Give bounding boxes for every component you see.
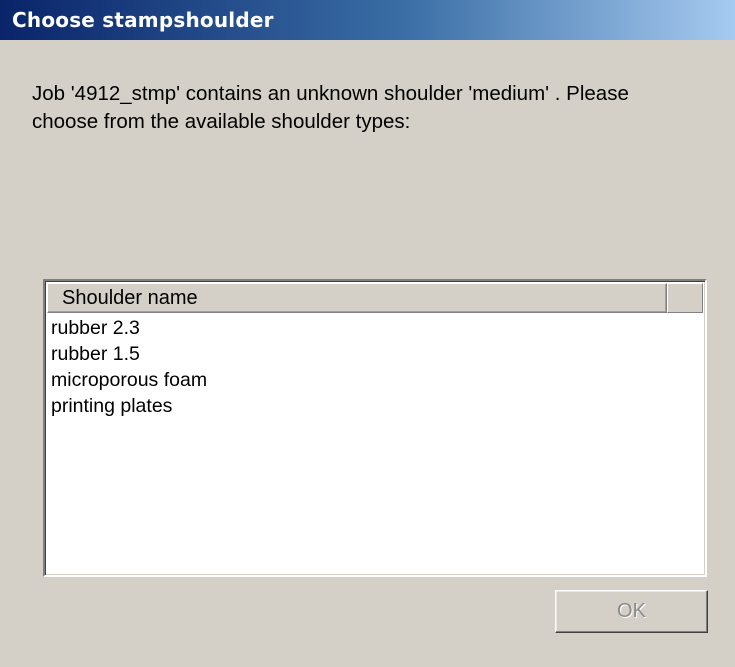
column-header-shoulder-name[interactable]: Shoulder name bbox=[47, 283, 667, 313]
list-header: Shoulder name bbox=[47, 283, 703, 313]
title-bar[interactable]: Choose stampshoulder bbox=[0, 0, 735, 40]
list-item[interactable]: rubber 2.3 bbox=[49, 315, 701, 341]
list-item[interactable]: microporous foam bbox=[49, 367, 701, 393]
column-header-filler bbox=[667, 283, 703, 313]
window-title: Choose stampshoulder bbox=[12, 8, 274, 32]
list-rows: rubber 2.3 rubber 1.5 microporous foam p… bbox=[49, 315, 701, 419]
instruction-message: Job '4912_stmp' contains an unknown shou… bbox=[32, 82, 629, 133]
choose-stampshoulder-dialog: Choose stampshoulder Job '4912_stmp' con… bbox=[0, 0, 735, 667]
list-item[interactable]: rubber 1.5 bbox=[49, 341, 701, 367]
ok-button[interactable]: OK bbox=[555, 590, 708, 633]
shoulder-list[interactable]: Shoulder name rubber 2.3 rubber 1.5 micr… bbox=[43, 279, 707, 577]
list-item[interactable]: printing plates bbox=[49, 393, 701, 419]
